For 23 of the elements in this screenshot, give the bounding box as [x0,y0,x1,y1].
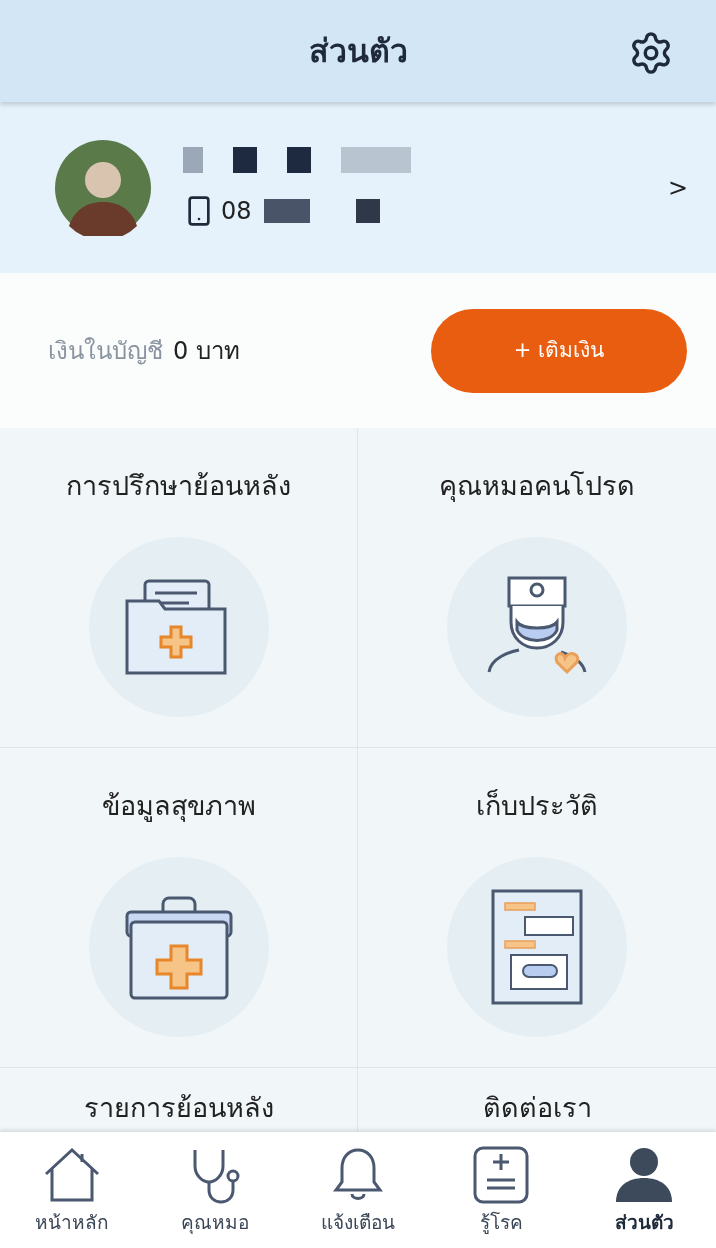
menu-label: เก็บประวัติ [476,788,598,823]
nav-tab[interactable]: แจ้งเตือน [286,1132,430,1248]
menu-label: ข้อมูลสุขภาพ [101,789,256,824]
menu-label: คุณหมอคนโปรด [439,469,635,504]
phone-number: 08 [221,195,252,227]
chevron[interactable]: > [667,169,688,206]
profile-card[interactable]: 08 > [0,102,716,273]
menu-label: การปรึกษาย้อนหลัง [66,469,291,503]
menu-tile[interactable]: เก็บประวัติ [358,748,716,1068]
user-icon [614,1146,675,1204]
nav-tab[interactable]: รู้โรค [429,1132,573,1248]
menu-tile[interactable]: การปรึกษาย้อนหลัง [0,428,358,748]
nav-tab[interactable]: ส่วนตัว [572,1132,716,1248]
menu-tile[interactable]: คุณหมอคนโปรด [358,428,716,748]
balance-amount: 0 บาท [173,335,240,367]
menu-label: รายการย้อนหลัง [83,1091,274,1125]
nav-tab[interactable]: คุณหมอ [143,1132,287,1248]
page-title: ส่วนตัว [308,31,408,72]
clipboard-plus-icon [471,1146,532,1204]
nav-tab[interactable]: หน้าหลัก [0,1132,144,1248]
balance-label: เงินในบัญชี [48,335,163,367]
menu-tile[interactable]: ข้อมูลสุขภาพ [0,748,358,1068]
menu-label: ติดต่อเรา [482,1091,592,1125]
